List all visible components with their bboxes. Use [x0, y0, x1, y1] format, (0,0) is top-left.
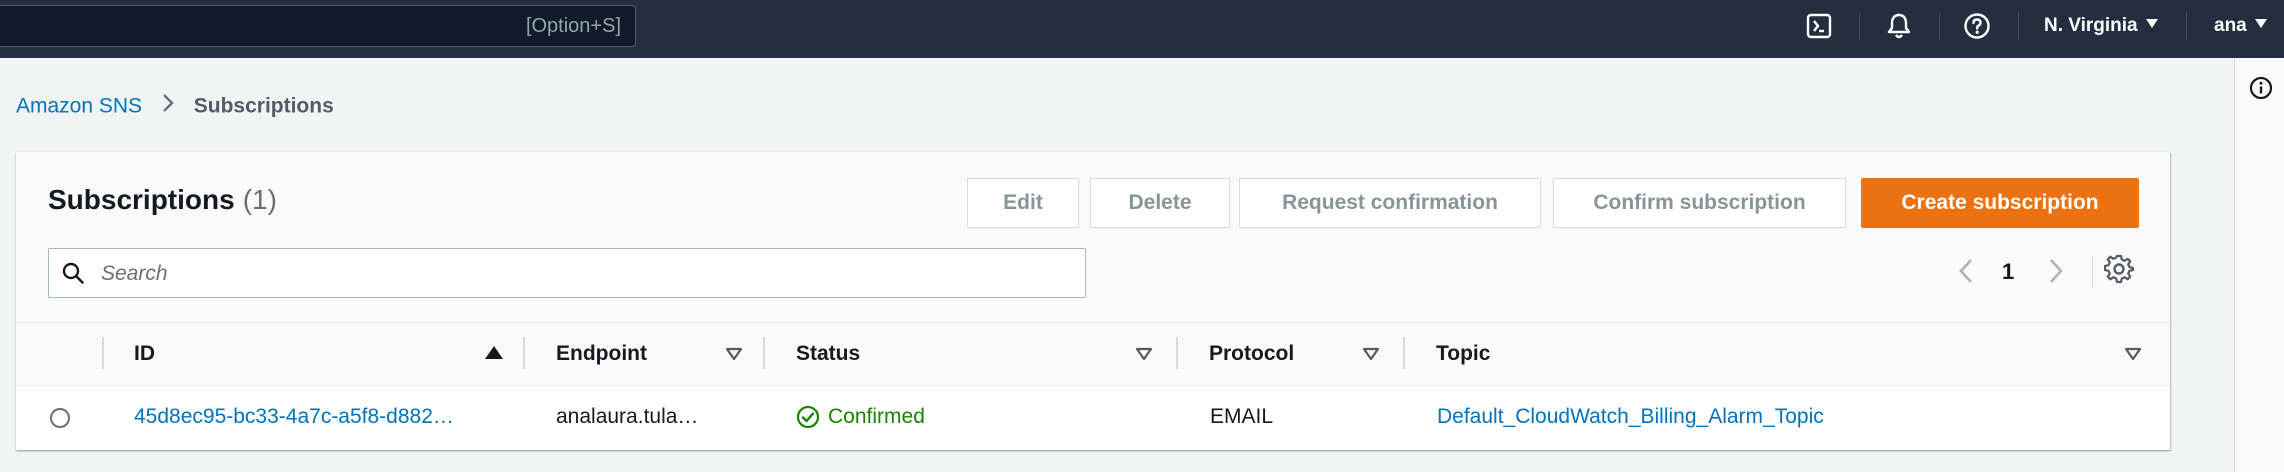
pager-divider — [2092, 256, 2093, 288]
column-divider — [1403, 337, 1405, 369]
item-count: (1) — [242, 184, 277, 215]
account-menu[interactable]: ana — [2214, 0, 2267, 52]
page-title: Subscriptions (1) — [48, 184, 277, 216]
table-header-area: Subscriptions (1) Edit Delete Request con… — [16, 152, 2170, 322]
column-header-id[interactable]: ID — [134, 323, 155, 385]
status-cell: Confirmed — [796, 386, 925, 448]
sort-icon[interactable] — [1135, 347, 1153, 366]
status-text: Confirmed — [828, 405, 925, 428]
next-page-icon[interactable] — [2046, 256, 2066, 291]
region-selector[interactable]: N. Virginia — [2044, 0, 2158, 52]
column-header-topic[interactable]: Topic — [1436, 323, 1490, 385]
search-field[interactable] — [48, 248, 1086, 299]
search-shortcut-hint: [Option+S] — [525, 15, 621, 37]
request-confirmation-button[interactable]: Request confirmation — [1239, 178, 1541, 228]
protocol-cell: EMAIL — [1210, 405, 1274, 428]
table-header-row: ID Endpoint Status Protocol Topic — [16, 322, 2170, 386]
column-divider — [102, 337, 104, 369]
column-header-protocol[interactable]: Protocol — [1209, 323, 1294, 385]
notifications-bell-icon[interactable] — [1883, 10, 1915, 42]
breadcrumb: Amazon SNS Subscriptions — [16, 94, 334, 120]
table-row[interactable]: 45d8ec95-bc33-4a7c-a5f8-d882… analaura.t… — [16, 386, 2170, 448]
region-label: N. Virginia — [2044, 15, 2138, 36]
info-icon[interactable] — [2249, 76, 2273, 105]
sort-icon[interactable] — [725, 347, 743, 366]
sort-icon[interactable] — [1362, 347, 1380, 366]
previous-page-icon[interactable] — [1956, 256, 1976, 291]
topic-link[interactable]: Default_CloudWatch_Billing_Alarm_Topic — [1437, 386, 1824, 448]
edit-button[interactable]: Edit — [967, 178, 1079, 228]
breadcrumb-link-amazon-sns[interactable]: Amazon SNS — [16, 95, 142, 118]
delete-button[interactable]: Delete — [1090, 178, 1230, 228]
create-subscription-button[interactable]: Create subscription — [1861, 178, 2139, 228]
top-navigation-bar: [Option+S] N. Virginia ana — [0, 0, 2284, 58]
topbar-divider — [1939, 12, 1940, 40]
column-divider — [523, 337, 525, 369]
help-icon[interactable] — [1961, 10, 1993, 42]
chevron-down-icon — [2145, 19, 2158, 29]
cloudshell-icon[interactable] — [1803, 10, 1835, 42]
gear-icon[interactable] — [2103, 254, 2135, 289]
confirm-subscription-button[interactable]: Confirm subscription — [1553, 178, 1846, 228]
column-divider — [763, 337, 765, 369]
chevron-right-icon — [162, 93, 174, 119]
subscriptions-table-container: Subscriptions (1) Edit Delete Request con… — [16, 152, 2170, 450]
global-search-box[interactable]: [Option+S] — [0, 5, 636, 47]
topbar-divider — [1859, 12, 1860, 40]
topbar-divider — [2018, 12, 2019, 40]
sort-icon[interactable] — [2124, 347, 2142, 366]
check-circle-icon — [796, 405, 820, 429]
column-divider — [1176, 337, 1178, 369]
column-header-status[interactable]: Status — [796, 323, 860, 385]
search-icon — [61, 261, 85, 290]
sort-ascending-icon[interactable] — [484, 345, 504, 366]
breadcrumb-current: Subscriptions — [193, 94, 334, 118]
chevron-down-icon — [2254, 19, 2267, 29]
endpoint-cell: analaura.tula… — [556, 405, 699, 428]
current-page-number[interactable]: 1 — [2002, 252, 2014, 292]
column-header-endpoint[interactable]: Endpoint — [556, 323, 647, 385]
search-input[interactable] — [99, 249, 1063, 299]
subscription-id-link[interactable]: 45d8ec95-bc33-4a7c-a5f8-d882… — [134, 386, 454, 448]
topbar-divider — [2186, 12, 2187, 40]
tools-panel-rail — [2234, 58, 2284, 472]
row-select-radio[interactable] — [50, 408, 70, 428]
account-label: ana — [2214, 15, 2247, 36]
title-text: Subscriptions — [48, 184, 235, 215]
